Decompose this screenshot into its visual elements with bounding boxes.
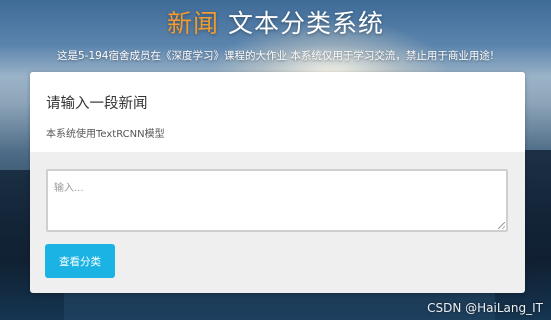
card-title: 请输入一段新闻 — [46, 96, 148, 112]
csdn-watermark: CSDN @HaiLang_IT — [427, 301, 543, 315]
input-card: 请输入一段新闻 本系统使用TextRCNN模型 查看分类 — [30, 72, 525, 293]
news-input-wrapper — [46, 169, 508, 232]
model-hint: 本系统使用TextRCNN模型 — [46, 129, 165, 140]
page-subtitle: 这是5-194宿舍成员在《深度学习》课程的大作业 本系统仅用于学习交流，禁止用于… — [56, 50, 495, 62]
title-rest: 文本分类系统 — [219, 9, 384, 38]
news-input[interactable] — [48, 171, 506, 230]
page-title: 新闻 文本分类系统 — [0, 4, 551, 40]
title-accent: 新闻 — [167, 9, 220, 38]
classify-button[interactable]: 查看分类 — [45, 244, 115, 278]
card-header: 请输入一段新闻 本系统使用TextRCNN模型 — [30, 72, 525, 152]
resize-handle-icon[interactable] — [498, 222, 505, 229]
